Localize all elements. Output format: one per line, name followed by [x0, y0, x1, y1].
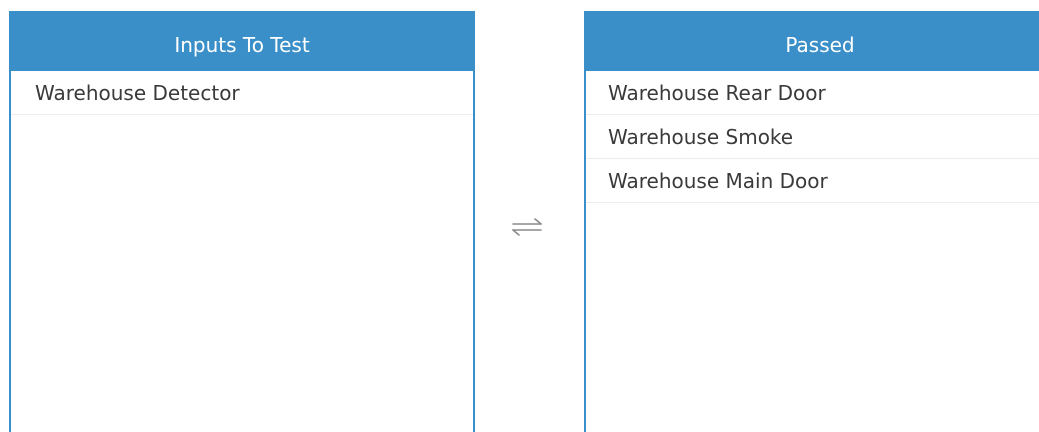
transfer-list: Inputs To Test Warehouse Detector Passed…: [0, 0, 1039, 432]
inputs-to-test-panel: Inputs To Test Warehouse Detector: [9, 11, 475, 432]
list-item[interactable]: Warehouse Main Door: [586, 159, 1039, 203]
inputs-to-test-list: Warehouse Detector: [11, 71, 473, 115]
passed-panel: Passed Warehouse Rear Door Warehouse Smo…: [584, 11, 1039, 432]
list-item[interactable]: Warehouse Rear Door: [586, 71, 1039, 115]
passed-header: Passed: [586, 13, 1039, 71]
list-item[interactable]: Warehouse Smoke: [586, 115, 1039, 159]
list-item[interactable]: Warehouse Detector: [11, 71, 473, 115]
swap-arrows-icon[interactable]: [510, 216, 544, 238]
passed-list: Warehouse Rear Door Warehouse Smoke Ware…: [586, 71, 1039, 203]
inputs-to-test-header: Inputs To Test: [11, 13, 473, 71]
